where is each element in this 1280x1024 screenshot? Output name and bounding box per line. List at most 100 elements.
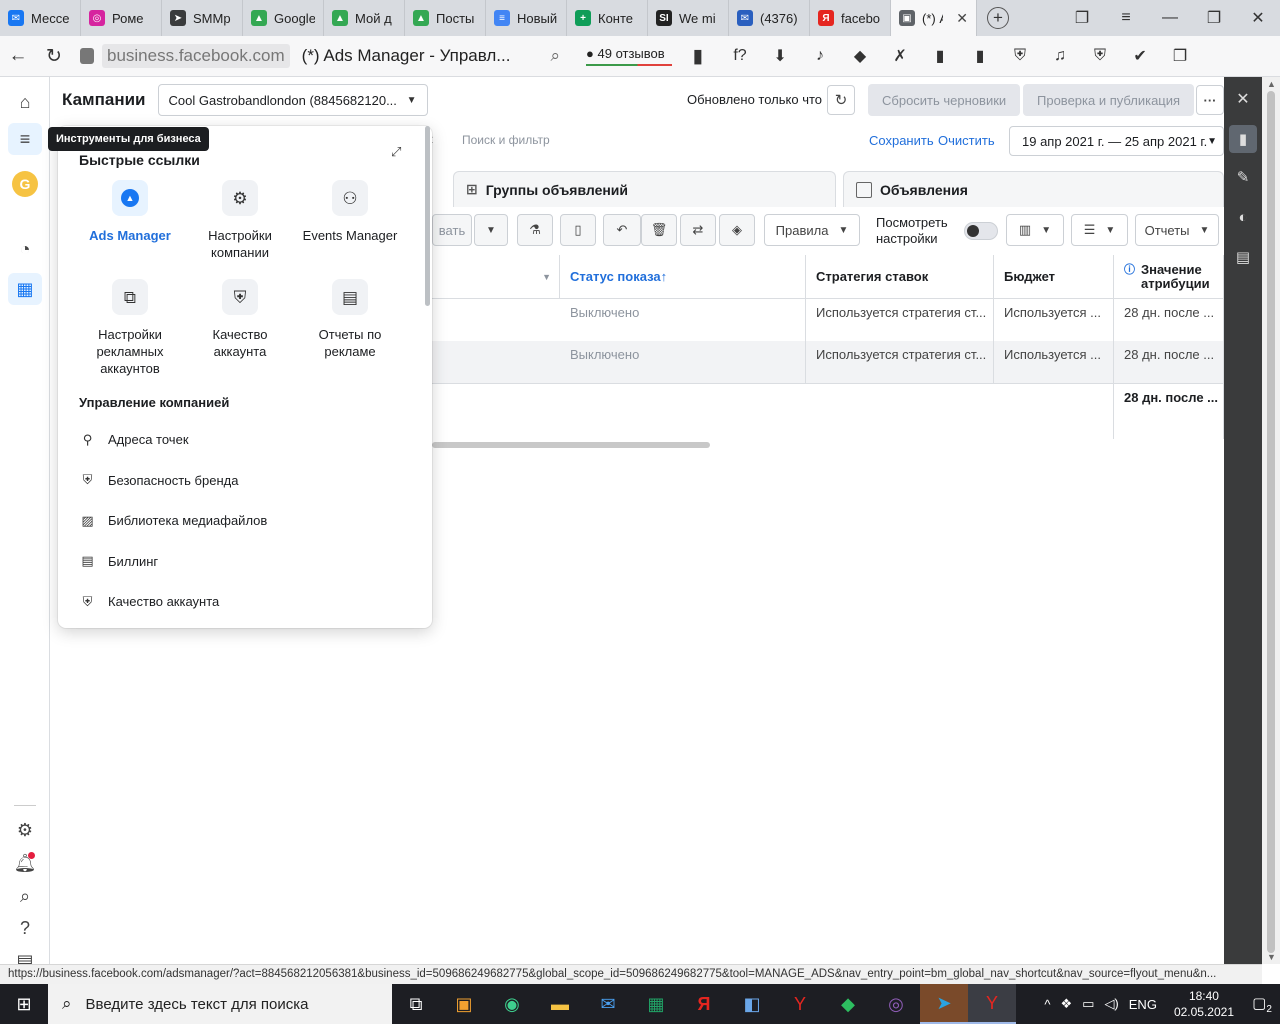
table-cell-status[interactable]: Выключено: [560, 299, 806, 341]
telegram-icon[interactable]: ➤: [920, 984, 968, 1024]
search-icon[interactable]: ⌕: [550, 46, 560, 66]
review-publish-button[interactable]: Проверка и публикация: [1023, 84, 1195, 116]
excel-icon[interactable]: ▦: [632, 984, 680, 1024]
bookmark-icon[interactable]: ▮: [680, 45, 716, 68]
evernote-icon[interactable]: ◆: [824, 984, 872, 1024]
volume-icon[interactable]: ◁): [1104, 996, 1118, 1012]
table-cell-budget[interactable]: Используется ...: [994, 299, 1114, 341]
scroll-up-icon[interactable]: ▲: [1267, 79, 1276, 89]
search-icon[interactable]: ⌕: [8, 880, 42, 912]
music-icon[interactable]: ♪: [810, 46, 830, 66]
partial-button[interactable]: вать: [432, 214, 472, 246]
quick-link[interactable]: ▤ Отчеты по рекламе: [300, 279, 400, 360]
table-cell-status[interactable]: Выключено: [560, 341, 806, 383]
table-cell-bid[interactable]: Используется стратегия ст...: [806, 299, 994, 341]
company-menu-item[interactable]: ⛨ Безопасность бренда: [79, 472, 239, 489]
notification-center-icon[interactable]: ▢2: [1244, 994, 1280, 1015]
mail-icon[interactable]: ✉: [584, 984, 632, 1024]
edge-icon[interactable]: ◉: [488, 984, 536, 1024]
chart-icon[interactable]: ▮: [1229, 125, 1257, 153]
clear-filter-link[interactable]: Очистить: [938, 133, 995, 148]
browser-tab[interactable]: ▲ Посты: [405, 0, 486, 36]
table-cell-budget[interactable]: Используется ...: [994, 341, 1114, 383]
notifications-icon[interactable]: 🔔︎: [8, 847, 42, 879]
check-icon[interactable]: ✔: [1130, 46, 1150, 66]
company-menu-item[interactable]: ▨ Библиотека медиафайлов: [79, 512, 267, 529]
browser-tab[interactable]: + Конте: [567, 0, 648, 36]
tab-ad-sets[interactable]: ⊞ Группы объявлений: [453, 171, 836, 207]
scroll-thumb[interactable]: [1267, 91, 1275, 953]
tab-ads[interactable]: Объявления: [843, 171, 1224, 207]
restore-button[interactable]: ❐: [1192, 8, 1236, 28]
close-tab-icon[interactable]: ✕: [956, 10, 968, 27]
dashboard-icon[interactable]: ◔: [8, 233, 42, 265]
settings-icon[interactable]: ⚙: [8, 814, 42, 846]
account-avatar[interactable]: G: [8, 168, 42, 200]
fact-check-icon[interactable]: f?: [730, 46, 750, 66]
help-icon[interactable]: ?: [8, 912, 42, 944]
column-sort-control[interactable]: ▼: [432, 255, 560, 299]
table-cell-bid[interactable]: Используется стратегия ст...: [806, 341, 994, 383]
back-button[interactable]: ←: [0, 45, 36, 67]
column-header-bid-strategy[interactable]: Стратегия ставок: [806, 255, 994, 299]
quick-link[interactable]: ⧉ Настройки рекламных аккаунтов: [80, 279, 180, 377]
save-filter-link[interactable]: Сохранить: [869, 133, 934, 148]
language-indicator[interactable]: ENG: [1129, 997, 1157, 1012]
explorer-icon[interactable]: ▬: [536, 984, 584, 1024]
duplicate-button[interactable]: ▯: [560, 214, 596, 246]
yandex-browser-icon[interactable]: Y: [776, 984, 824, 1024]
discard-drafts-button[interactable]: Сбросить черновики: [868, 84, 1021, 116]
yandex-icon[interactable]: Я: [680, 984, 728, 1024]
quick-link[interactable]: ⛨ Качество аккаунта: [190, 279, 290, 360]
home-icon[interactable]: ⌂: [8, 86, 42, 118]
windows-start-icon[interactable]: ⊞: [0, 984, 48, 1024]
tag-button[interactable]: ◈: [719, 214, 755, 246]
browser-tab[interactable]: ▲ Google: [243, 0, 324, 36]
compare-icon[interactable]: ▤: [1229, 243, 1257, 271]
new-tab-button[interactable]: +: [987, 7, 1009, 29]
table-cell-attribution[interactable]: 28 дн. после ...: [1114, 341, 1224, 383]
reviews-widget[interactable]: ● 49 отзывов: [586, 46, 673, 66]
hamburger-menu-icon[interactable]: ≡: [8, 123, 42, 155]
browser-tab[interactable]: Яfacebo: [810, 0, 891, 36]
undo-button[interactable]: ↶: [603, 214, 641, 246]
url-field[interactable]: business.facebook.com (*) Ads Manager - …: [80, 44, 510, 68]
tab-active[interactable]: ▣ (*) А ✕: [891, 0, 977, 36]
ab-test-button[interactable]: ⚗: [517, 214, 553, 246]
download-icon[interactable]: ⬇: [770, 46, 790, 66]
chevron-up-icon[interactable]: ^: [1044, 997, 1050, 1012]
quick-link[interactable]: ⚇ Events Manager: [300, 180, 400, 244]
reload-button[interactable]: ↻: [36, 45, 72, 68]
flyout-scrollbar[interactable]: [425, 126, 430, 306]
shield-icon[interactable]: ⛨: [1090, 46, 1110, 66]
menu-icon[interactable]: ≡: [1104, 9, 1148, 27]
taskbar-search-field[interactable]: ⌕ Введите здесь текст для поиска: [48, 984, 392, 1024]
column-header-status[interactable]: Статус показа ↑: [560, 255, 806, 299]
company-menu-item[interactable]: ⚲ Адреса точек: [79, 431, 189, 448]
account-select[interactable]: Cool Gastrobandlondon (8845682120... ▼: [157, 84, 428, 116]
close-window-button[interactable]: ✕: [1236, 8, 1280, 28]
delete-button[interactable]: 🗑︎: [641, 214, 677, 246]
breakdown-dropdown[interactable]: ☰ ▼: [1071, 214, 1128, 246]
copy-icon[interactable]: ❐: [1170, 46, 1190, 66]
dropbox-icon[interactable]: ❖: [1060, 996, 1072, 1012]
yandex-browser-active-icon[interactable]: Y: [968, 984, 1016, 1024]
task-view-icon[interactable]: ⧉: [392, 984, 440, 1024]
columns-dropdown[interactable]: ▥ ▼: [1006, 214, 1064, 246]
quick-link[interactable]: ⚙ Настройки компании: [190, 180, 290, 261]
replace-button[interactable]: ⇄: [680, 214, 716, 246]
browser-tab[interactable]: ▲ Мой д: [324, 0, 405, 36]
collections-icon[interactable]: ❐: [1060, 8, 1104, 28]
evernote-icon[interactable]: ◆: [850, 46, 870, 66]
dropdown-button[interactable]: ▼: [474, 214, 508, 246]
ext-icon[interactable]: ▮: [930, 46, 950, 66]
reports-dropdown[interactable]: Отчеты ▼: [1135, 214, 1219, 246]
column-header-attribution[interactable]: ⓘ Значение атрибуции: [1114, 255, 1224, 299]
history-icon[interactable]: ◐: [1229, 203, 1257, 231]
browser-tab[interactable]: ➤ SMMр: [162, 0, 243, 36]
scroll-down-icon[interactable]: ▼: [1267, 952, 1276, 962]
app-icon[interactable]: ◧: [728, 984, 776, 1024]
excel-ext-icon[interactable]: ✗: [890, 46, 910, 66]
expand-icon[interactable]: ⤢: [391, 144, 401, 160]
edit-icon[interactable]: ✎: [1229, 163, 1257, 191]
